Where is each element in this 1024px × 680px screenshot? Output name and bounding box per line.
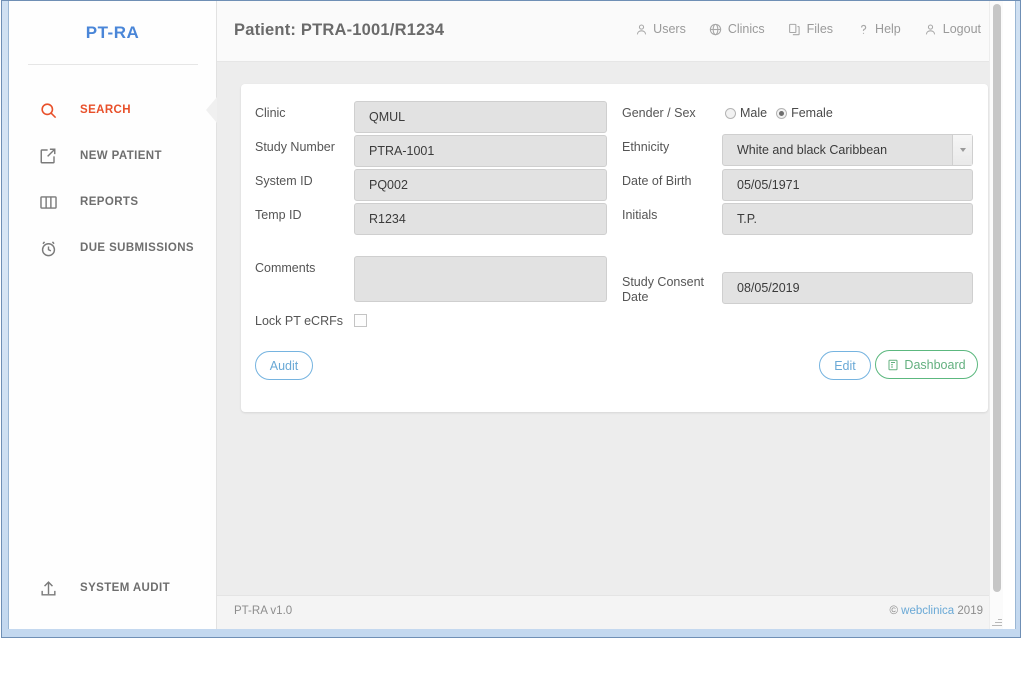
nav-label: Logout <box>942 22 981 36</box>
lock-ecrfs-checkbox[interactable] <box>354 314 367 327</box>
lock-ecrfs-label: Lock PT eCRFs <box>255 314 343 328</box>
footer: PT-RA v1.0 © webclinica 2019 <box>217 595 1003 629</box>
clinic-label: Clinic <box>255 106 286 120</box>
top-bar: Patient: PTRA-1001/R1234 Users Clinics F… <box>217 1 1003 62</box>
sidebar-item-system-audit[interactable]: SYSTEM AUDIT <box>9 565 216 611</box>
sidebar-item-due-submissions[interactable]: DUE SUBMISSIONS <box>9 225 216 271</box>
edit-button[interactable]: Edit <box>819 351 871 380</box>
radio-dot <box>725 107 736 119</box>
resize-grip[interactable] <box>989 615 1002 628</box>
os-window-frame: PT-RA SEARCH NEW PATIENT REPORTS DUE SUB… <box>1 0 1021 638</box>
active-indicator-notch <box>206 97 217 123</box>
sidebar-footer-nav: SYSTEM AUDIT <box>9 565 216 611</box>
consent-date-value: 08/05/2019 <box>722 272 973 304</box>
sidebar: PT-RA SEARCH NEW PATIENT REPORTS DUE SUB… <box>9 1 217 629</box>
copyright-mark: © <box>889 605 898 617</box>
brand-logo: PT-RA <box>85 23 140 42</box>
sidebar-item-search[interactable]: SEARCH <box>9 87 217 133</box>
study-number-label: Study Number <box>255 140 335 154</box>
gender-radio-group: Male Female <box>725 106 833 120</box>
radio-dot-selected <box>776 107 788 119</box>
reports-icon <box>36 190 60 214</box>
ethnicity-label: Ethnicity <box>622 140 670 154</box>
nav-label: Files <box>806 22 834 36</box>
sidebar-item-new-patient[interactable]: NEW PATIENT <box>9 133 216 179</box>
footer-copyright: © webclinica 2019 <box>889 605 983 617</box>
initials-label: Initials <box>622 208 658 222</box>
clock-icon <box>36 236 60 260</box>
sidebar-item-label: SYSTEM AUDIT <box>80 582 170 594</box>
temp-id-value: R1234 <box>354 203 607 235</box>
sidebar-item-label: DUE SUBMISSIONS <box>80 242 194 254</box>
clinic-value: QMUL <box>354 101 607 133</box>
system-id-label: System ID <box>255 174 313 188</box>
copyright-year: 2019 <box>957 605 983 617</box>
question-icon <box>856 22 870 36</box>
nav-label: Clinics <box>727 22 765 36</box>
brand-divider <box>27 64 198 65</box>
sidebar-nav: SEARCH NEW PATIENT REPORTS DUE SUBMISSIO… <box>9 87 217 271</box>
sidebar-item-label: SEARCH <box>80 104 131 116</box>
nav-help[interactable]: Help <box>856 22 901 36</box>
os-window-inner: PT-RA SEARCH NEW PATIENT REPORTS DUE SUB… <box>8 1 1016 629</box>
ethnicity-value: White and black Caribbean <box>737 143 888 157</box>
study-number-value: PTRA-1001 <box>354 135 607 167</box>
comments-input[interactable] <box>354 256 607 302</box>
sidebar-item-reports[interactable]: REPORTS <box>9 179 216 225</box>
dashboard-button[interactable]: Dashboard <box>875 350 978 379</box>
radio-label: Female <box>791 106 833 120</box>
initials-value: T.P. <box>722 203 973 235</box>
system-id-value: PQ002 <box>354 169 607 201</box>
scrollbar-thumb[interactable] <box>993 4 1001 592</box>
new-patient-icon <box>36 144 60 168</box>
globe-icon <box>709 22 723 36</box>
dashboard-icon <box>887 359 899 371</box>
gender-option-male[interactable]: Male <box>725 106 767 120</box>
gender-label: Gender / Sex <box>622 106 696 120</box>
content-area: Clinic QMUL Study Number PTRA-1001 Syste… <box>217 62 1003 595</box>
consent-date-label: Study Consent Date <box>622 275 704 304</box>
top-navigation: Users Clinics Files Help Logout <box>634 22 981 36</box>
nav-logout[interactable]: Logout <box>924 22 981 36</box>
vertical-scrollbar[interactable] <box>989 1 1003 629</box>
dashboard-button-label: Dashboard <box>904 357 966 372</box>
comments-label: Comments <box>255 261 316 275</box>
dob-label: Date of Birth <box>622 174 692 188</box>
files-icon <box>788 22 802 36</box>
chevron-down-icon[interactable] <box>952 135 972 165</box>
audit-button[interactable]: Audit <box>255 351 313 380</box>
sidebar-item-label: NEW PATIENT <box>80 150 162 162</box>
temp-id-label: Temp ID <box>255 208 302 222</box>
radio-label: Male <box>740 106 768 120</box>
user-icon <box>634 22 648 36</box>
upload-icon <box>36 576 60 600</box>
search-icon <box>36 98 60 122</box>
nav-clinics[interactable]: Clinics <box>709 22 765 36</box>
footer-version: PT-RA v1.0 <box>234 605 293 617</box>
application-root: PT-RA SEARCH NEW PATIENT REPORTS DUE SUB… <box>9 1 1003 629</box>
dob-value: 05/05/1971 <box>722 169 973 201</box>
user-icon <box>924 22 938 36</box>
patient-details-card: Clinic QMUL Study Number PTRA-1001 Syste… <box>241 84 988 412</box>
ethnicity-select[interactable]: White and black Caribbean <box>722 134 973 166</box>
webclinica-link[interactable]: webclinica <box>901 605 954 617</box>
sidebar-item-label: REPORTS <box>80 196 139 208</box>
main-column: Patient: PTRA-1001/R1234 Users Clinics F… <box>217 1 1003 629</box>
nav-files[interactable]: Files <box>788 22 833 36</box>
nav-label: Users <box>653 22 686 36</box>
nav-label: Help <box>875 22 901 36</box>
nav-users[interactable]: Users <box>634 22 686 36</box>
gender-option-female[interactable]: Female <box>776 106 833 120</box>
page-title: Patient: PTRA-1001/R1234 <box>234 21 445 39</box>
